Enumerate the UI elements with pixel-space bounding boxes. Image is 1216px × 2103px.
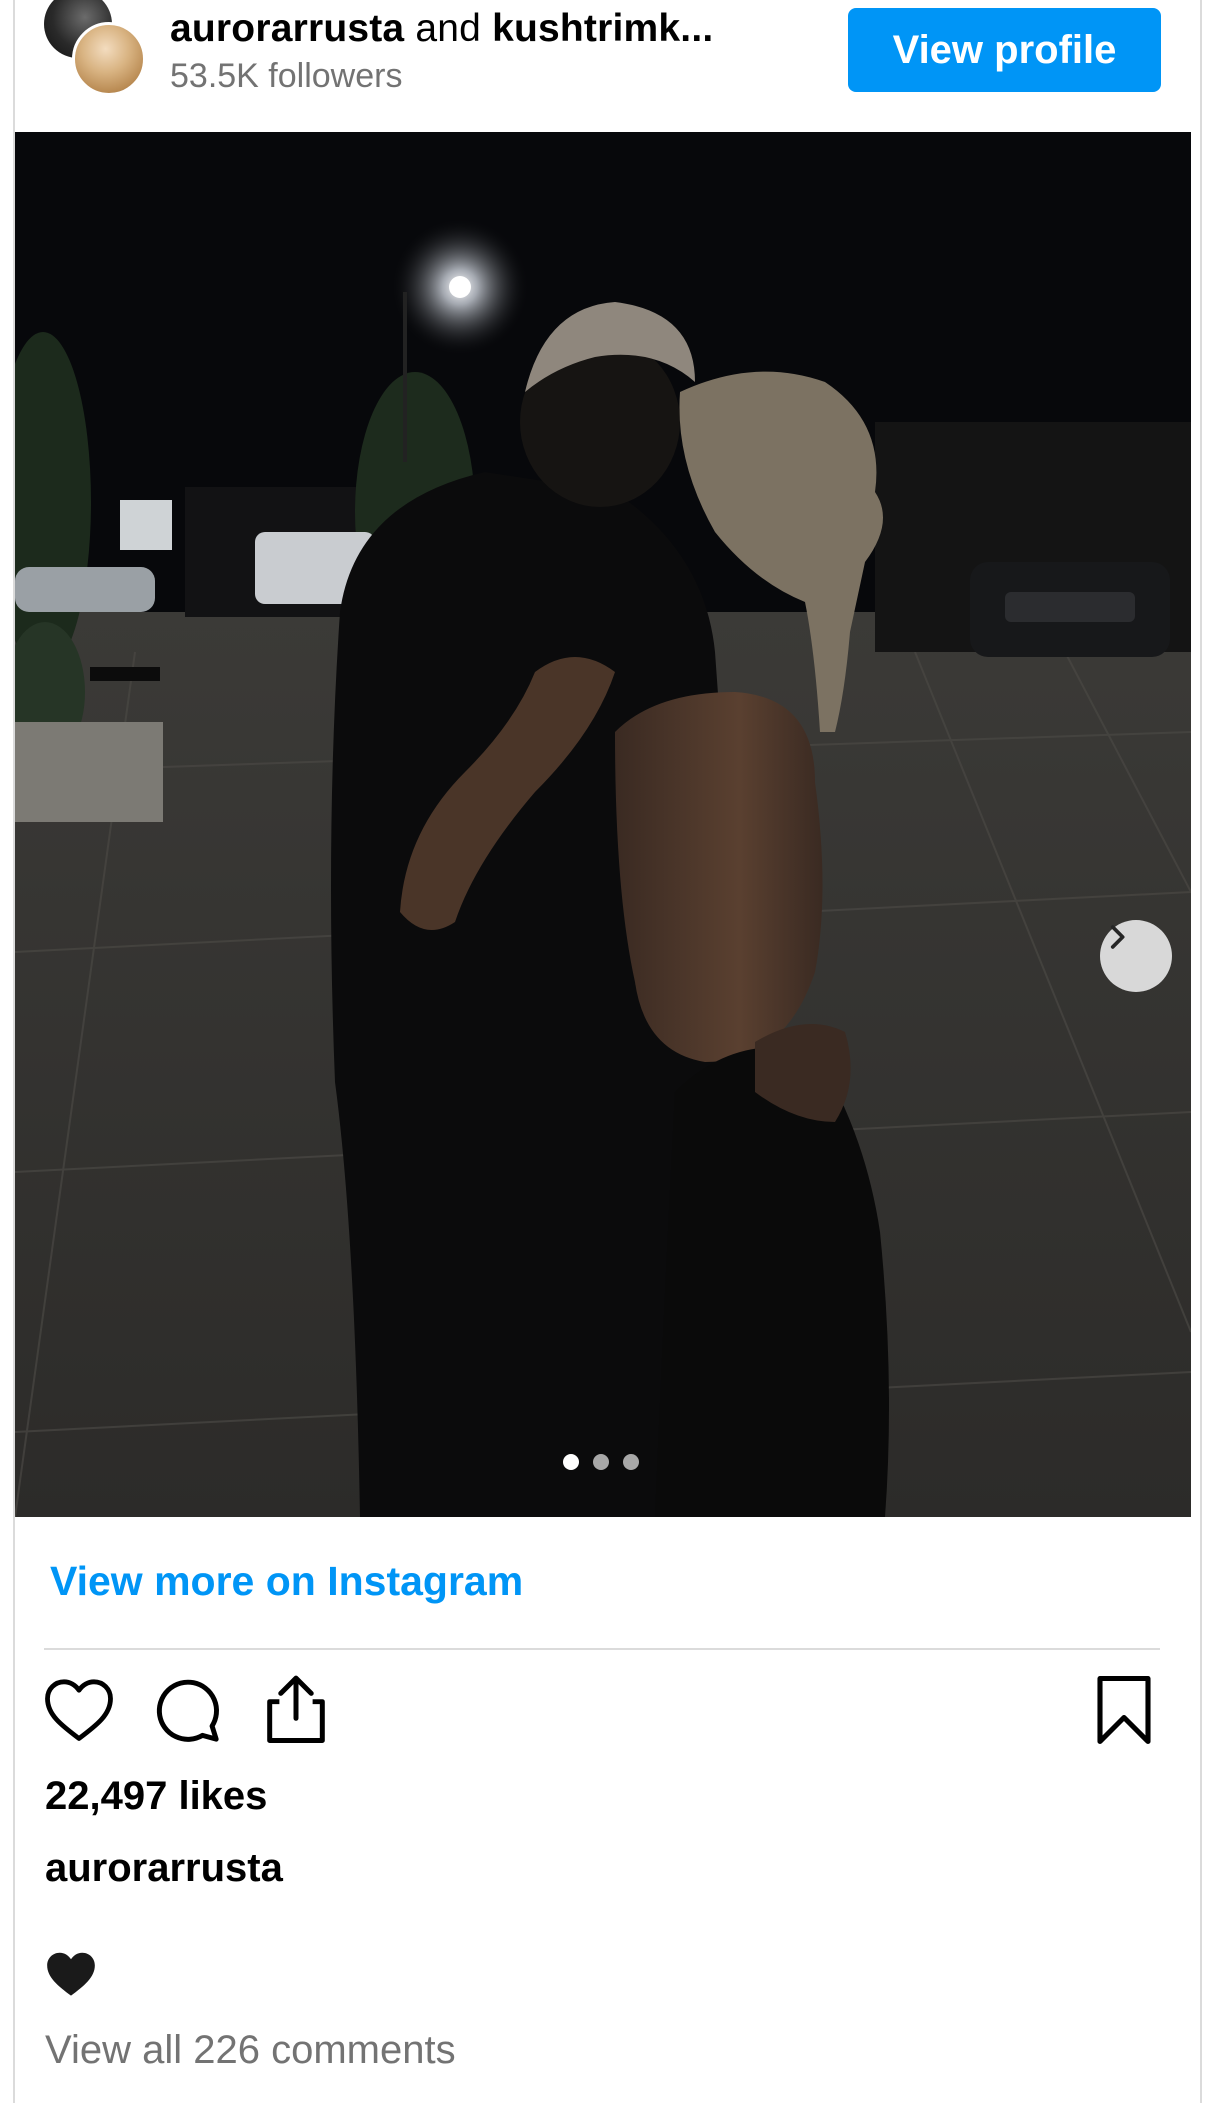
like-count[interactable]: 22,497 likes bbox=[45, 1774, 267, 1819]
heart-icon bbox=[45, 1679, 113, 1741]
caption-username[interactable]: aurorarrusta bbox=[45, 1846, 283, 1891]
comment-button[interactable] bbox=[149, 1672, 225, 1748]
carousel-dot bbox=[563, 1454, 579, 1470]
carousel-next-button[interactable] bbox=[1100, 920, 1172, 992]
black-heart-icon bbox=[45, 1950, 97, 2003]
carousel-indicator bbox=[563, 1454, 639, 1470]
share-icon bbox=[267, 1675, 325, 1743]
post-photo-illustration bbox=[15, 132, 1191, 1517]
view-profile-button[interactable]: View profile bbox=[848, 8, 1161, 92]
view-all-comments-link[interactable]: View all 226 comments bbox=[45, 2028, 456, 2073]
view-more-on-instagram-link[interactable]: View more on Instagram bbox=[50, 1558, 523, 1605]
save-button[interactable] bbox=[1086, 1672, 1162, 1748]
chevron-right-icon bbox=[1110, 925, 1125, 949]
post-author-names[interactable]: aurorarrusta and kushtrimk... bbox=[170, 6, 713, 52]
comment-icon bbox=[156, 1679, 219, 1742]
share-button[interactable] bbox=[258, 1672, 334, 1748]
carousel-dot bbox=[593, 1454, 609, 1470]
bookmark-icon bbox=[1097, 1675, 1151, 1745]
collab-avatars[interactable] bbox=[44, 0, 146, 96]
carousel-dot bbox=[623, 1454, 639, 1470]
divider bbox=[44, 1648, 1160, 1650]
coauthor-username[interactable]: kushtrimk... bbox=[492, 7, 713, 50]
author-joiner: and bbox=[415, 7, 482, 50]
author-username[interactable]: aurorarrusta bbox=[170, 7, 404, 50]
post-image[interactable] bbox=[15, 132, 1191, 1517]
follower-count: 53.5K followers bbox=[170, 57, 403, 95]
like-button[interactable] bbox=[41, 1672, 117, 1748]
avatar-primary[interactable] bbox=[72, 22, 146, 96]
